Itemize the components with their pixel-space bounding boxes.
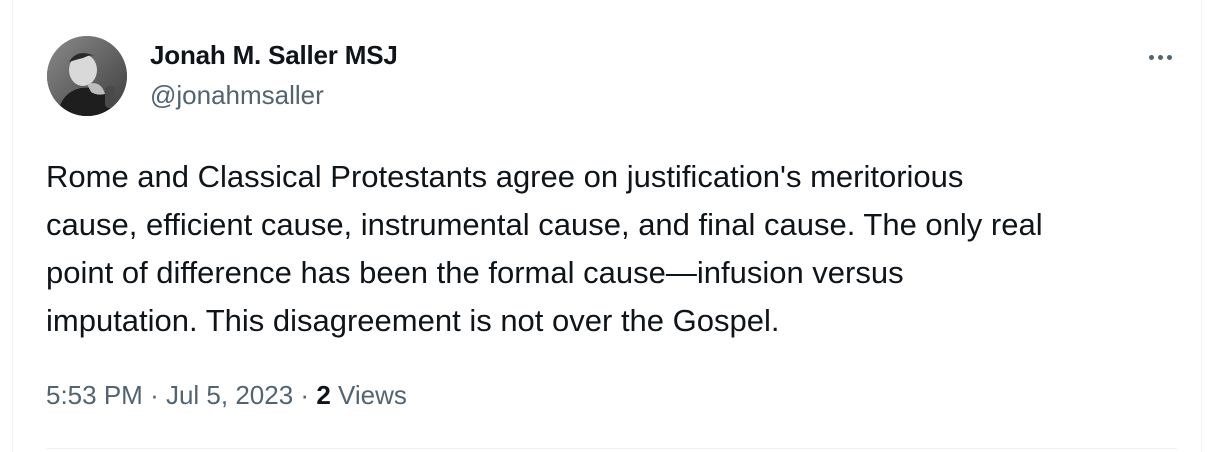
more-horizontal-icon-dot xyxy=(1157,54,1163,60)
tweet-text: Rome and Classical Protestants agree on … xyxy=(46,159,1043,338)
views-count[interactable]: 2 xyxy=(316,380,330,410)
meta-separator: · xyxy=(300,380,310,410)
author-handle[interactable]: @jonahmsaller xyxy=(150,80,324,111)
tweet-meta: 5:53 PM · Jul 5, 2023 · 2 Views xyxy=(46,380,407,411)
profile-photo xyxy=(47,36,127,116)
more-horizontal-icon-dot xyxy=(1166,54,1172,60)
more-horizontal-icon xyxy=(1148,54,1154,60)
views-label[interactable]: Views xyxy=(338,380,407,410)
divider xyxy=(46,448,1177,449)
meta-separator: · xyxy=(150,380,159,410)
more-options-button[interactable] xyxy=(1140,42,1180,72)
tweet-date[interactable]: Jul 5, 2023 xyxy=(166,380,293,410)
tweet-time[interactable]: 5:53 PM xyxy=(46,380,143,410)
avatar[interactable] xyxy=(47,36,127,116)
tweet-card: Jonah M. Saller MSJ @jonahmsaller Rome a… xyxy=(12,0,1202,452)
author-display-name[interactable]: Jonah M. Saller MSJ xyxy=(150,40,398,71)
